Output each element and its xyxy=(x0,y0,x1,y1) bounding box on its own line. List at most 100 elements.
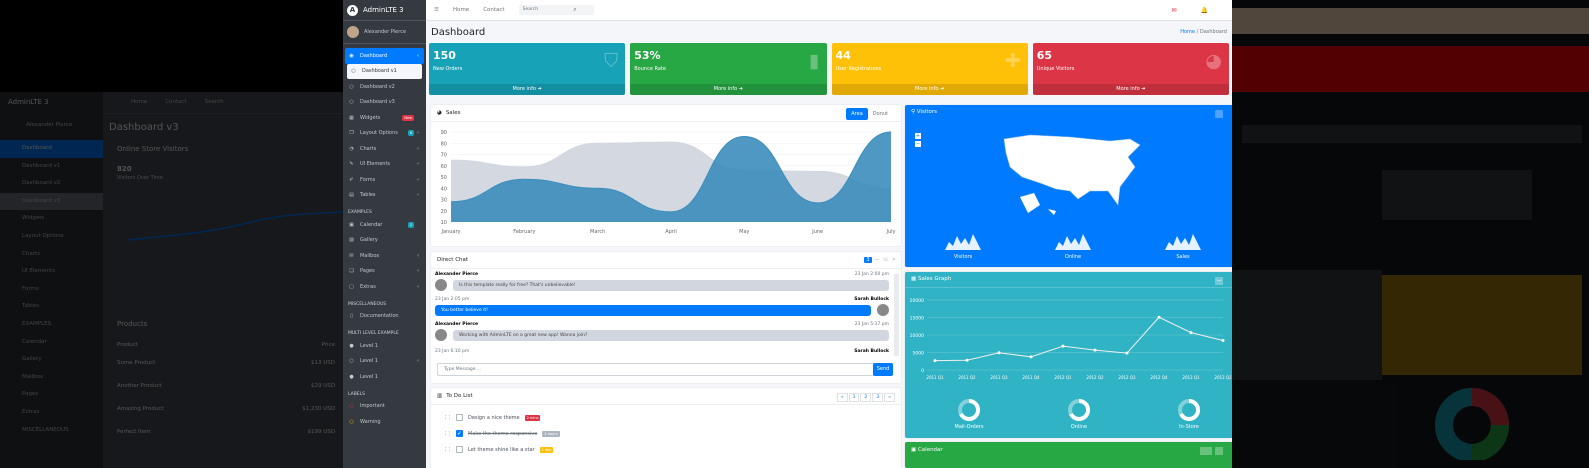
sidebar-item-charts[interactable]: ◔ Charts ‹ xyxy=(345,141,424,157)
sg-y-tick: 5000 xyxy=(913,351,925,357)
sidebar-item-gallery[interactable]: ▨ Gallery xyxy=(345,233,424,249)
more-info-link[interactable]: More info ➔ xyxy=(429,84,626,95)
stat-label: User Registrations xyxy=(835,66,882,72)
menu-toggle-icon[interactable]: ☰ xyxy=(434,7,439,13)
sidebar-item-label: Calendar xyxy=(360,221,383,228)
bg-nav-item: Charts xyxy=(22,250,40,257)
send-button[interactable]: Send xyxy=(873,363,893,376)
nav-icon: ❐ xyxy=(349,130,354,137)
drag-handle-icon[interactable]: ⋮⋮ xyxy=(443,447,452,453)
more-info-link[interactable]: More info ➔ xyxy=(1032,84,1229,95)
sidebar-item-mailbox[interactable]: ✉ Mailbox ‹ xyxy=(345,248,424,264)
nav-icon: ○ xyxy=(349,99,354,106)
calendar-button[interactable] xyxy=(1215,110,1223,118)
nav-icon: ● xyxy=(349,342,354,349)
bg-table-row: Another Product $29 USD xyxy=(117,383,335,389)
search-input[interactable]: Search ⌕ xyxy=(518,5,594,15)
sidebar-item-level-1[interactable]: ● Level 1 xyxy=(345,338,424,354)
more-info-link[interactable]: More info ➔ xyxy=(630,84,827,95)
bg-product-name: Another Product xyxy=(117,383,162,389)
todo-item[interactable]: ⋮⋮ Let theme shine like a star 1 day xyxy=(443,446,554,453)
page-link[interactable]: 1 xyxy=(848,393,860,402)
sidebar-item-calendar[interactable]: ▣ Calendar 2 xyxy=(345,217,424,233)
th-icon: ▦ xyxy=(911,276,917,282)
drag-handle-icon[interactable]: ⋮⋮ xyxy=(443,431,452,437)
sidebar-item-extras[interactable]: ▢ Extras ‹ xyxy=(345,279,424,295)
stat-value: 65 xyxy=(1036,49,1053,62)
sidebar-item-dashboard-v3[interactable]: ○ Dashboard v3 xyxy=(345,95,424,111)
calendar-collapse-button[interactable] xyxy=(1215,447,1223,455)
nav-icon: ✉ xyxy=(349,252,354,259)
sparkline-label: Sales xyxy=(1176,254,1190,260)
user-panel[interactable]: Alexander Pierce xyxy=(343,21,426,44)
close-icon[interactable]: ✕ xyxy=(892,257,896,263)
breadcrumb-home[interactable]: Home xyxy=(1180,29,1195,35)
sg-y-tick: 10000 xyxy=(910,333,924,339)
background-dashboard-v3: AdminLTE 3 Alexander Pierce Dashboard Das… xyxy=(0,92,345,468)
chat-time: 23 Jan 6:10 pm xyxy=(435,349,470,354)
sidebar-item-dashboard-v1[interactable]: ○ Dashboard v1 xyxy=(347,63,422,79)
collapse-icon[interactable]: — xyxy=(875,257,880,263)
todo-item[interactable]: ⋮⋮ Design a nice theme 2 mins xyxy=(443,414,541,421)
todo-checkbox[interactable] xyxy=(456,446,463,453)
stat-value: 150 xyxy=(433,49,456,62)
nav-header: EXAMPLES xyxy=(348,210,372,215)
collapse-button[interactable]: — xyxy=(1215,277,1223,285)
todo-checkbox[interactable]: ✓ xyxy=(456,430,463,437)
sidebar-item-widgets[interactable]: ▦ Widgets New xyxy=(345,110,424,126)
direct-chat-card: Direct Chat 3— ☏ ✕ Alexander Pierce 23 Jan … xyxy=(431,252,901,383)
nav-contact-link[interactable]: Contact xyxy=(483,7,504,13)
page-link[interactable]: « xyxy=(836,393,848,402)
map-marker-icon: ⚲ xyxy=(911,109,916,115)
sidebar-nav: ◉ Dashboard ‹ ○ Dashboard v1 ○ Dashboard v2 ○ Da… xyxy=(343,44,426,430)
bg-nav-item: Mailbox xyxy=(22,373,44,380)
nav-home-link[interactable]: Home xyxy=(453,7,469,13)
sidebar-item-warning[interactable]: ○ Warning xyxy=(345,414,424,430)
zoom-in-button[interactable]: + xyxy=(915,133,921,139)
sidebar-item-pages[interactable]: ❏ Pages ‹ xyxy=(345,264,424,280)
sidebar-item-dashboard[interactable]: ◉ Dashboard ‹ xyxy=(345,48,424,64)
tab-donut[interactable]: Donut xyxy=(868,108,893,120)
sales-area-chart: 90 80 70 60 50 40 30 20 10 January February March Ap… xyxy=(441,130,896,235)
nav-icon: ❏ xyxy=(349,268,354,275)
sidebar-item-forms[interactable]: ✐ Forms ‹ xyxy=(345,172,424,188)
page-link[interactable]: 3 xyxy=(872,393,884,402)
sidebar-item-level-1[interactable]: ● Level 1 xyxy=(345,369,424,385)
bg-nav-item: Dashboard xyxy=(0,140,103,158)
sidebar-item-dashboard-v2[interactable]: ○ Dashboard v2 xyxy=(345,79,424,95)
x-tick-label: July xyxy=(886,229,896,235)
nav-header: LABELS xyxy=(348,391,365,397)
sidebar-item-level-1[interactable]: ○ Level 1 ‹ xyxy=(345,354,424,370)
notifications-icon[interactable]: 🔔 xyxy=(1201,7,1208,14)
chat-scrollbar[interactable] xyxy=(894,274,899,356)
sidebar-item-tables[interactable]: ▤ Tables ‹ xyxy=(345,188,424,204)
todo-item[interactable]: ⋮⋮ ✓ Make the theme responsive 4 hours xyxy=(443,430,560,437)
page-link[interactable]: 2 xyxy=(860,393,872,402)
sparkline-label: Online xyxy=(1064,254,1082,260)
chat-message-input[interactable]: Type Message ... xyxy=(437,363,893,376)
todo-checkbox[interactable] xyxy=(456,414,463,421)
search-icon[interactable]: ⌕ xyxy=(573,5,576,15)
sidebar-item-layout-options[interactable]: ❐ Layout Options 6 ‹ xyxy=(345,126,424,142)
sidebar-item-ui-elements[interactable]: ✎ UI Elements ‹ xyxy=(345,157,424,173)
calendar-menu-button[interactable] xyxy=(1200,447,1212,455)
contacts-icon[interactable]: ☏ xyxy=(883,257,889,263)
x-tick-label: January xyxy=(441,229,461,235)
sidebar-item-important[interactable]: ○ Important xyxy=(345,399,424,415)
tab-area[interactable]: Area xyxy=(846,108,868,120)
chat-name: Alexander Pierce xyxy=(435,272,479,277)
zoom-out-button[interactable]: − xyxy=(915,141,921,147)
knob-label: Mail-Orders xyxy=(954,424,984,430)
more-info-link[interactable]: More info ➔ xyxy=(831,84,1028,95)
sidebar-item-documentation[interactable]: ▯ Documentation xyxy=(345,309,424,325)
sales-line-chart: 20000 15000 10000 5000 02011 Q1 2011 Q2 2011 Q… xyxy=(910,298,1232,380)
brand-link[interactable]: A AdminLTE 3 xyxy=(343,0,426,21)
messages-icon[interactable]: ✉ xyxy=(1171,7,1176,14)
drag-handle-icon[interactable]: ⋮⋮ xyxy=(443,415,452,421)
page-link[interactable]: » xyxy=(884,393,895,402)
bg-page-title: Dashboard v3 xyxy=(109,122,179,133)
sg-x-tick: 2011 Q2 xyxy=(958,375,976,380)
sg-x-tick: 2012 Q2 xyxy=(1086,375,1104,380)
sidebar-item-label: Layout Options xyxy=(360,130,398,137)
y-tick-label: 80 xyxy=(441,141,447,147)
